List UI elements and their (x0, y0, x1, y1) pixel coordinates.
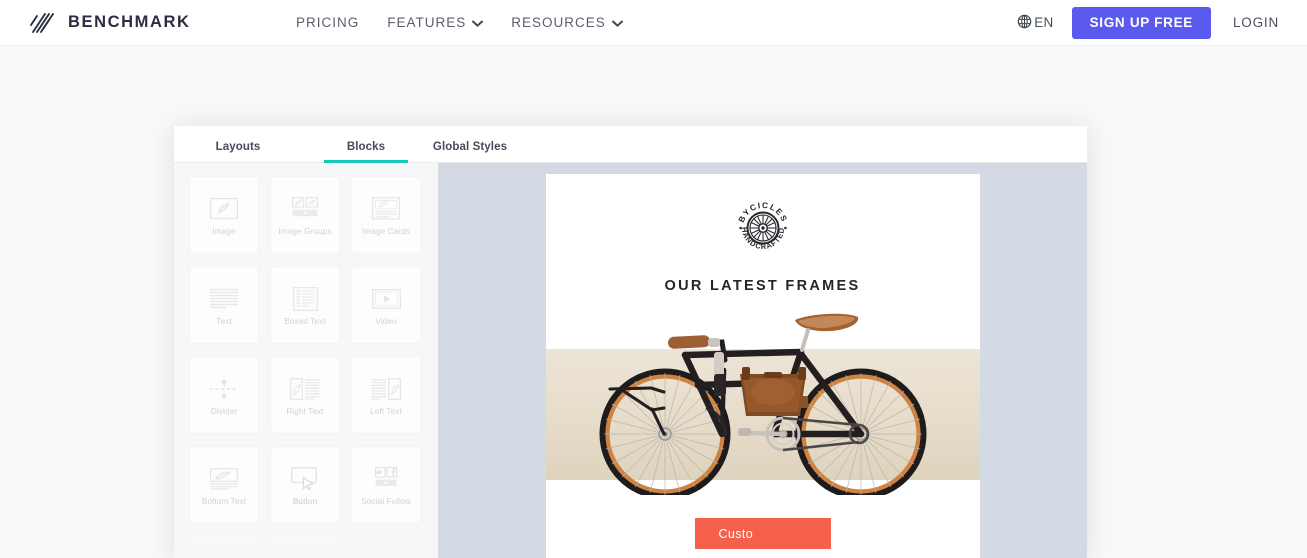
nav-item-features-label: FEATURES (387, 15, 467, 30)
block-label: Video (375, 316, 397, 326)
block-tile-image-cards[interactable]: Image Cards (352, 177, 420, 253)
chevron-down-icon (472, 15, 484, 30)
nav-item-features[interactable]: FEATURES (373, 9, 497, 36)
login-link[interactable]: LOGIN (1233, 15, 1279, 30)
email-sheet[interactable]: BYCICLES HANDCRAFTED OUR LATEST FRAMES C… (545, 174, 980, 558)
nav-item-resources-label: RESOURCES (511, 15, 606, 30)
primary-nav: PRICING FEATURES RESOURCES (282, 9, 637, 36)
page-body: Layouts Blocks Global Styles Image Image… (0, 46, 1307, 558)
benchmark-slashes-icon (28, 8, 58, 38)
nav-item-pricing-label: PRICING (296, 15, 360, 30)
email-builder-window: Layouts Blocks Global Styles Image Image… (174, 126, 1087, 558)
block-label: Left Text (370, 406, 402, 416)
block-label: Image Groups (278, 226, 332, 236)
block-label: Button (292, 496, 318, 506)
tab-layouts-label: Layouts (215, 141, 261, 153)
block-label: Boxed Text (284, 316, 326, 326)
social-follow-block-icon (369, 464, 403, 494)
email-preview-canvas: BYCICLES HANDCRAFTED OUR LATEST FRAMES C… (438, 163, 1087, 558)
block-label: Image Cards (362, 226, 410, 236)
image-groups-block-icon (288, 194, 322, 224)
bicycle-wheel-logo-icon: BYCICLES HANDCRAFTED (731, 196, 795, 265)
sign-up-free-button[interactable]: SIGN UP FREE (1071, 6, 1211, 39)
blocks-grid: Image Image Groups Image Cards Text Boxe… (190, 177, 438, 558)
block-label: Image (212, 226, 236, 236)
block-tile-partial-a[interactable] (190, 537, 258, 558)
tab-layouts[interactable]: Layouts (196, 141, 280, 162)
block-tile-video[interactable]: Video (352, 267, 420, 343)
block-tile-right-text[interactable]: Right Text (271, 357, 339, 433)
globe-icon (1017, 14, 1032, 32)
chevron-down-icon (611, 15, 623, 30)
language-label: EN (1034, 15, 1054, 30)
block-tile-partial-b[interactable] (271, 537, 339, 558)
builder-tab-bar: Layouts Blocks Global Styles (174, 126, 1087, 163)
bottom-text-block-icon (207, 464, 241, 494)
block-label: Social Follow (361, 496, 411, 506)
block-tile-image[interactable]: Image (190, 177, 258, 253)
block-tile-button[interactable]: Button (271, 447, 339, 523)
builder-main-area: Image Image Groups Image Cards Text Boxe… (174, 163, 1087, 558)
block-tile-divider[interactable]: Divider (190, 357, 258, 433)
button-block-icon (288, 464, 322, 494)
divider-block-icon (207, 374, 241, 404)
block-tile-boxed-text[interactable]: Boxed Text (271, 267, 339, 343)
cta-row: Custo (546, 518, 980, 549)
block-tile-image-groups[interactable]: Image Groups (271, 177, 339, 253)
block-tile-text[interactable]: Text (190, 267, 258, 343)
block-tile-bottom-text[interactable]: Bottom Text (190, 447, 258, 523)
nav-item-pricing[interactable]: PRICING (282, 9, 373, 36)
tab-global-styles[interactable]: Global Styles (420, 141, 520, 162)
navbar-right-actions: EN SIGN UP FREE LOGIN (1011, 6, 1279, 39)
image-block-icon (207, 194, 241, 224)
block-label: Divider (210, 406, 238, 416)
email-headline: OUR LATEST FRAMES (664, 278, 861, 294)
hero-bicycle-image (545, 312, 980, 495)
video-block-icon (369, 284, 403, 314)
brand-logo[interactable]: BENCHMARK (28, 8, 248, 38)
top-navbar: BENCHMARK PRICING FEATURES RESOURCES EN … (0, 0, 1307, 46)
block-tile-left-text[interactable]: Left Text (352, 357, 420, 433)
tab-blocks-label: Blocks (346, 141, 386, 153)
text-block-icon (207, 284, 241, 314)
boxed-text-block-icon (288, 284, 322, 314)
brand-name: BENCHMARK (68, 13, 191, 31)
block-tile-social-follow[interactable]: Social Follow (352, 447, 420, 523)
nav-item-resources[interactable]: RESOURCES (497, 9, 637, 36)
right-text-block-icon (288, 374, 322, 404)
image-cards-block-icon (369, 194, 403, 224)
tab-global-styles-label: Global Styles (432, 141, 508, 153)
tab-blocks[interactable]: Blocks (324, 141, 408, 163)
blocks-panel: Image Image Groups Image Cards Text Boxe… (174, 163, 438, 558)
left-text-block-icon (369, 374, 403, 404)
block-label: Text (216, 316, 232, 326)
language-switcher[interactable]: EN (1011, 10, 1059, 36)
custom-cta-button[interactable]: Custo (694, 518, 831, 549)
block-label: Right Text (286, 406, 324, 416)
block-label: Bottom Text (201, 496, 247, 506)
